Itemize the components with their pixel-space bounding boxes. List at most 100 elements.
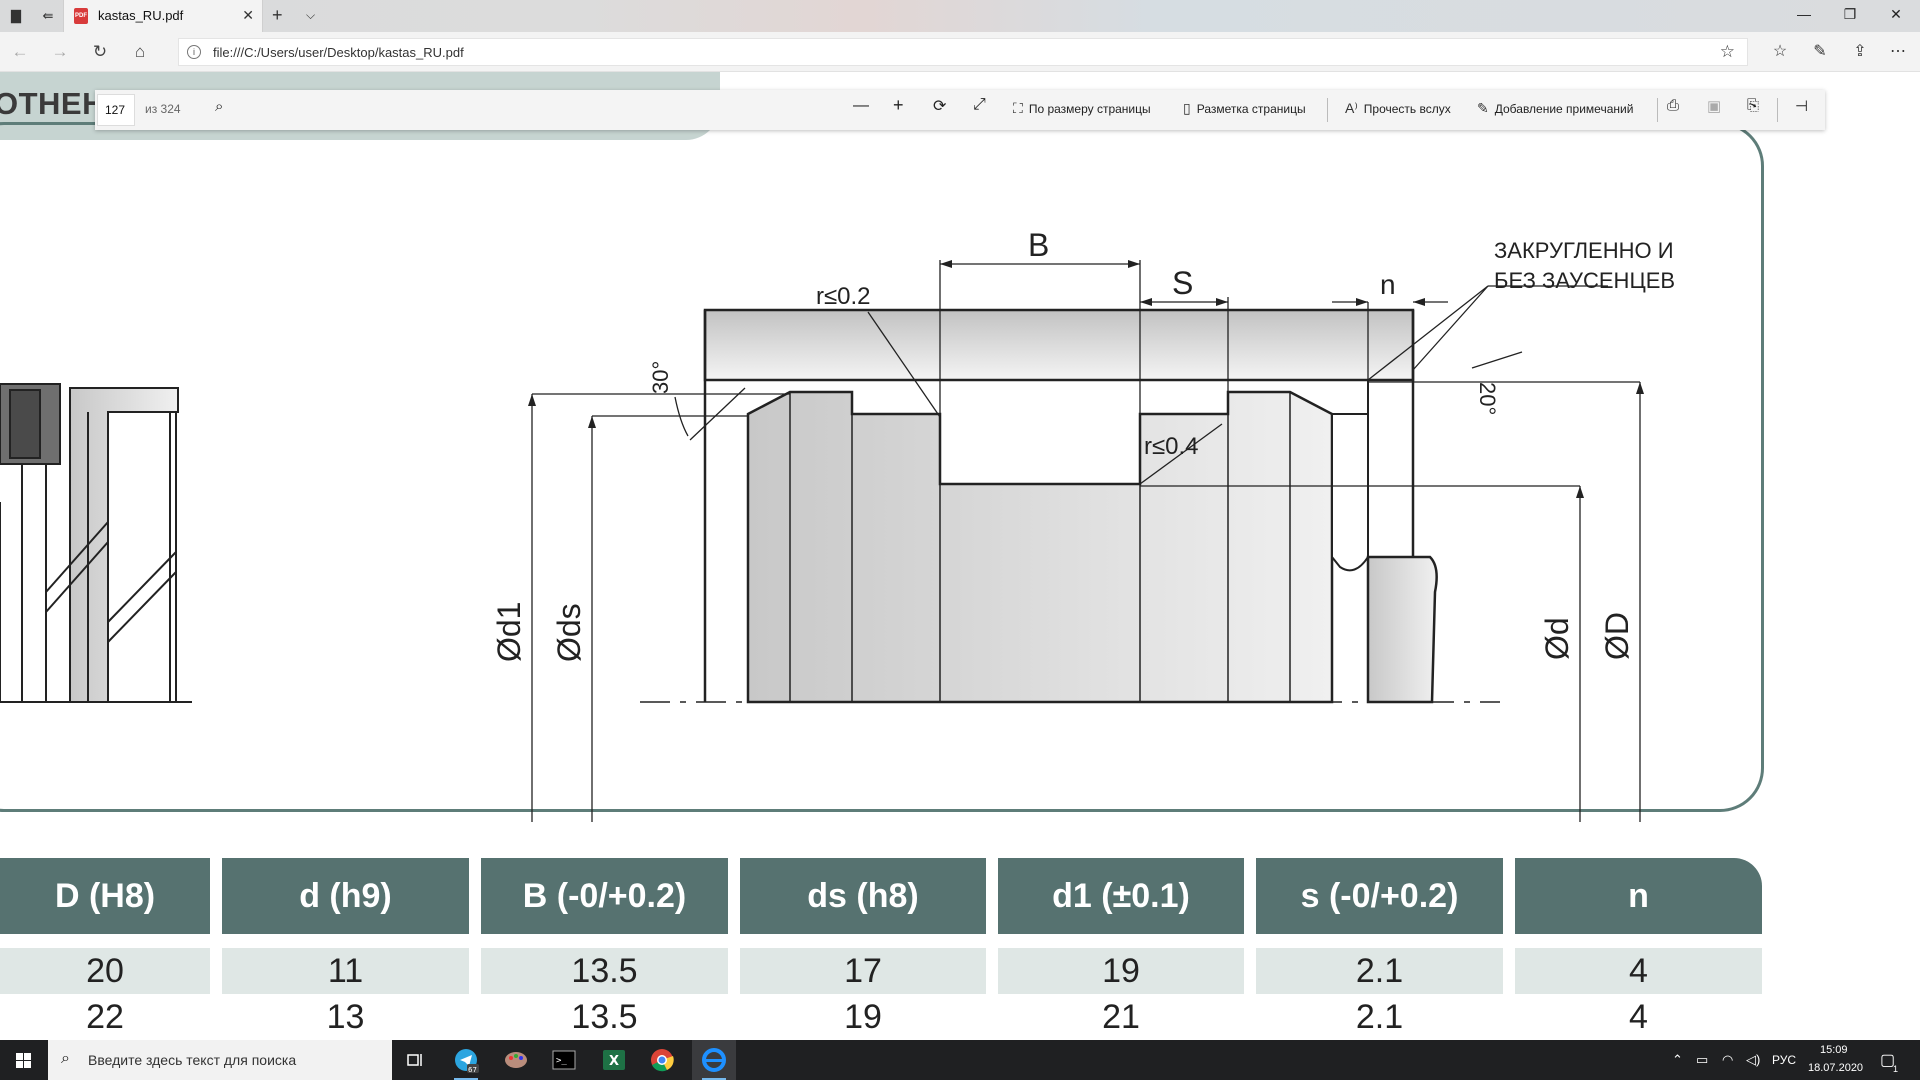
rotate-icon[interactable]: ⟳ [933,96,946,116]
table-header: ds (h8) [740,858,986,934]
edge-icon[interactable] [696,1046,732,1080]
more-icon[interactable]: ⋯ [1886,41,1910,61]
fullscreen-icon[interactable]: ⤢ [973,96,986,114]
windows-logo-part [16,1061,23,1068]
pin-icon[interactable]: ⊣ [1795,97,1808,115]
table-cell: 4 [1515,948,1762,994]
pen-icon[interactable]: ✎ [1808,41,1832,61]
set-aside-tabs-icon[interactable]: ⇚ [38,6,58,26]
taskbar: ⌕ Введите здесь текст для поиска 67 >_ X… [0,1040,1920,1080]
save-as-icon[interactable]: ⎘ [1747,97,1759,114]
terminal-icon[interactable]: >_ [546,1046,582,1074]
table-cell: 2.1 [1256,994,1503,1040]
refresh-button[interactable]: ↻ [88,41,112,63]
label-rounded-1: ЗАКРУГЛЕННО И [1494,238,1674,263]
label-d1: Ød1 [491,602,527,662]
search-placeholder: Введите здесь текст для поиска [88,1052,297,1068]
table-header: n [1515,858,1762,934]
windows-logo-icon [16,1053,23,1060]
table-header: d (h9) [222,858,469,934]
svg-text:>_: >_ [556,1056,567,1066]
main-section-drawing [703,308,1438,704]
close-tab-icon[interactable]: ✕ [242,7,254,24]
restore-button[interactable]: ❐ [1830,6,1870,23]
excel-icon[interactable]: X [596,1046,632,1074]
toolbar-divider [1777,98,1778,122]
table-cell: 13.5 [481,994,728,1040]
table-header: B (-0/+0.2) [481,858,728,934]
label-r04: r≤0.4 [1144,433,1199,460]
technical-drawing: B S n r≤0.2 r≤0.4 ЗАКРУГЛЕННО И БЕЗ ЗАУС… [0,227,1675,822]
table-cell: 11 [222,948,469,994]
tab-list-chevron-icon[interactable]: ⌵ [306,8,315,23]
language-indicator[interactable]: РУС [1772,1053,1796,1067]
show-hidden-icons[interactable]: ⌃ [1672,1052,1683,1068]
task-view-icon[interactable] [398,1046,434,1074]
url-field[interactable]: i file:///C:/Users/user/Desktop/kastas_R… [178,38,1748,66]
search-icon: ⌕ [61,1050,70,1067]
tab-title: kastas_RU.pdf [98,8,184,23]
zoom-out-icon[interactable]: — [853,97,869,115]
toolbar-divider [1327,98,1328,122]
back-button[interactable]: ← [8,41,32,63]
wifi-icon[interactable]: ◠ [1722,1052,1733,1068]
table-header: d1 (±0.1) [998,858,1244,934]
volume-icon[interactable]: ◁) [1746,1052,1760,1068]
zoom-in-icon[interactable]: + [893,95,904,116]
share-icon[interactable]: ⇪ [1848,41,1872,61]
paint-app-icon[interactable] [498,1046,534,1074]
favorites-icon[interactable]: ☆ [1768,41,1792,61]
page-layout-button[interactable]: ▯ Разметка страницы [1183,100,1306,117]
chrome-icon[interactable] [644,1046,680,1074]
page-layout-icon: ▯ [1183,100,1191,116]
table-cell: 22 [0,994,210,1040]
save-icon[interactable]: ▣ [1707,97,1721,115]
table-cell: 19 [998,948,1244,994]
label-n: n [1380,269,1396,300]
fit-page-label: По размеру страницы [1028,102,1151,116]
read-aloud-button[interactable]: A⁾ Прочесть вслух [1345,100,1451,117]
search-icon[interactable]: ⌕ [215,98,223,115]
notification-count: 1 [1893,1064,1899,1074]
table-cell: 20 [0,948,210,994]
label-ds: Øds [551,603,587,662]
windows-logo-part [24,1053,31,1060]
read-aloud-icon: A⁾ [1345,100,1358,116]
close-window-button[interactable]: ✕ [1876,6,1916,23]
tab-active[interactable]: PDF kastas_RU.pdf ✕ [63,0,263,32]
home-button[interactable]: ⌂ [128,41,152,63]
new-tab-button[interactable]: + [272,5,283,26]
info-icon[interactable]: i [187,45,201,59]
add-notes-button[interactable]: ✎ Добавление примечаний [1477,100,1633,117]
clock-time[interactable]: 15:09 [1820,1044,1848,1056]
minimize-button[interactable]: — [1784,6,1824,22]
pdf-viewer: ОТНЕНИ B S n r≤0.2 r≤0.4 ЗАКРУГЛЕННО И Б… [0,72,1920,1040]
pen-icon: ✎ [1477,100,1489,116]
table-header: s (-0/+0.2) [1256,858,1503,934]
tab-actions-icon[interactable]: ▇ [6,6,26,26]
print-icon[interactable]: ⎙ [1667,97,1679,114]
pdf-toolbar: 127 из 324 ⌕ — + ⟳ ⤢ ⛶ По размеру страниц… [95,90,1825,130]
table-cell: 13.5 [481,948,728,994]
add-notes-label: Добавление примечаний [1494,102,1634,116]
telegram-icon[interactable]: 67 [448,1046,484,1080]
start-button[interactable] [0,1040,48,1080]
table-cell: 21 [998,994,1244,1040]
favorite-star-icon[interactable]: ☆ [1720,42,1735,62]
clock-date[interactable]: 18.07.2020 [1808,1062,1863,1074]
telegram-badge: 67 [468,1066,477,1073]
page-number-input[interactable]: 127 [97,94,135,126]
table-cell: 19 [740,994,986,1040]
table-cell: 2.1 [1256,948,1503,994]
label-angle-30: 30° [648,361,673,394]
table-cell: 17 [740,948,986,994]
label-d: Ød [1539,617,1575,660]
read-aloud-label: Прочесть вслух [1363,102,1451,116]
table-header: D (H8) [0,858,210,934]
taskbar-search-input[interactable]: ⌕ Введите здесь текст для поиска [48,1040,392,1080]
fit-page-icon: ⛶ [1013,100,1023,116]
label-angle-20: 20° [1475,382,1500,415]
battery-icon[interactable]: ▭ [1696,1052,1708,1068]
forward-button[interactable]: → [48,41,72,63]
fit-page-button[interactable]: ⛶ По размеру страницы [1013,100,1151,117]
